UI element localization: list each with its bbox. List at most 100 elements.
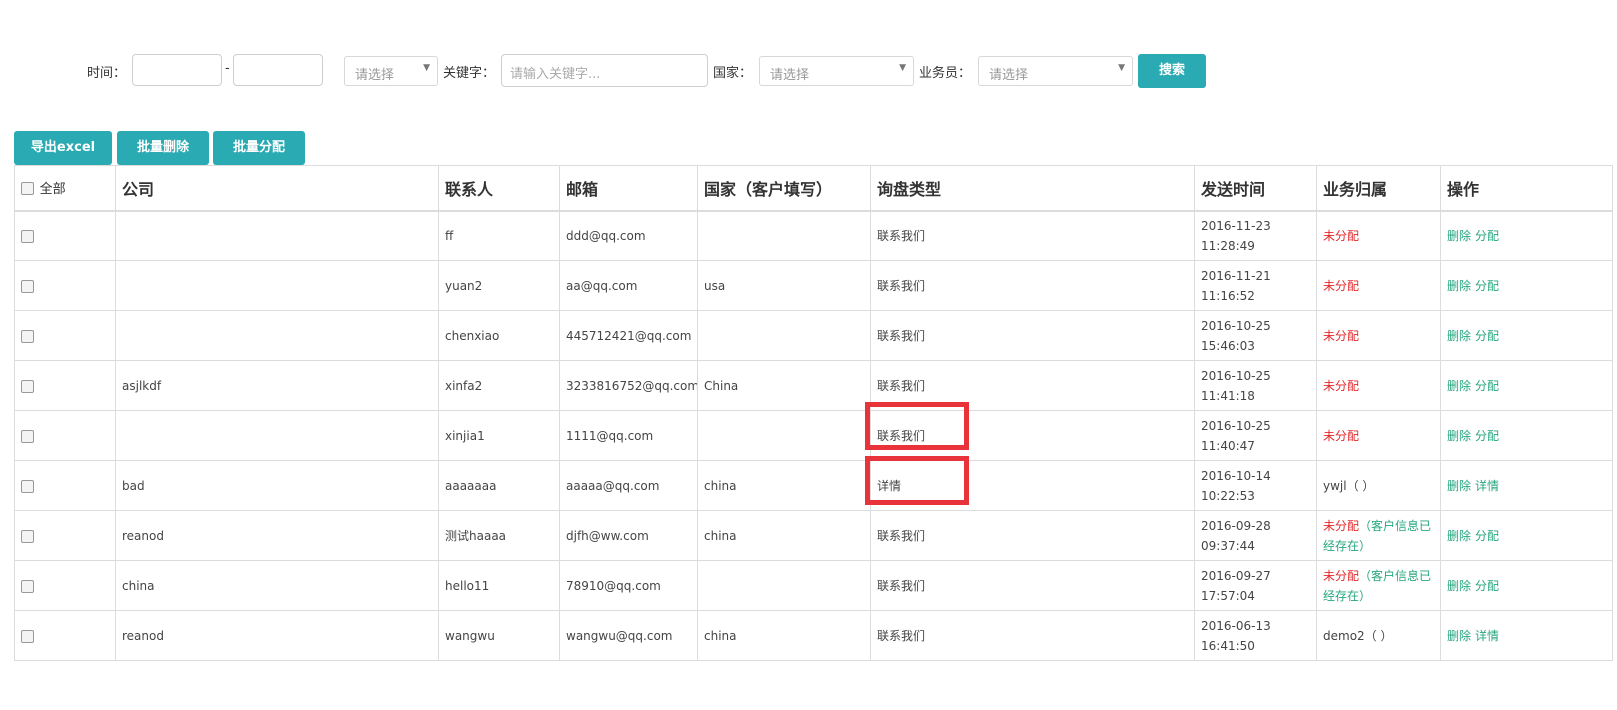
table-row: reanod wangwu wangwu@qq.com china 联系我们 2016-0… — [14, 610, 1613, 661]
ops-cell: 删除 分配 — [1440, 510, 1613, 561]
contact-cell: xinfa2 — [438, 360, 560, 411]
owner-cell: 未分配 — [1316, 360, 1441, 411]
chevron-down-icon: ▼ — [423, 63, 430, 73]
assign-link[interactable]: 分配 — [1475, 579, 1499, 593]
email-cell: ddd@qq.com — [559, 210, 698, 261]
owner-cell: 未分配 — [1316, 210, 1441, 261]
email-cell: aa@qq.com — [559, 260, 698, 311]
column-header-email: 邮箱 — [559, 165, 698, 212]
delete-link[interactable]: 删除 — [1447, 279, 1471, 293]
country-cell: China — [697, 360, 871, 411]
type-cell: 联系我们 — [870, 610, 1195, 661]
batch-assign-button[interactable]: 批量分配 — [213, 131, 305, 165]
search-button[interactable]: 搜索 — [1138, 54, 1206, 88]
ops-cell: 删除 分配 — [1440, 310, 1613, 361]
delete-link[interactable]: 删除 — [1447, 229, 1471, 243]
keyword-input[interactable]: 请输入关键字... — [501, 54, 708, 87]
email-cell: aaaaa@qq.com — [559, 460, 698, 511]
date-from-input[interactable] — [132, 54, 222, 86]
email-cell: 445712421@qq.com — [559, 310, 698, 361]
assign-link[interactable]: 分配 — [1475, 529, 1499, 543]
table-row: xinjia1 1111@qq.com 联系我们 2016-10-25 11:40:47… — [14, 410, 1613, 461]
company-cell — [115, 260, 439, 311]
send-date: 2016-10-25 — [1201, 418, 1271, 433]
assign-link[interactable]: 分配 — [1475, 329, 1499, 343]
company-cell: reanod — [115, 510, 439, 561]
delete-link[interactable]: 删除 — [1447, 529, 1471, 543]
chevron-down-icon: ▼ — [1118, 63, 1125, 73]
row-checkbox[interactable] — [21, 479, 34, 493]
row-checkbox[interactable] — [21, 229, 34, 243]
salesman-select-value: 请选择 — [989, 68, 1029, 83]
email-cell: wangwu@qq.com — [559, 610, 698, 661]
select-all-cell: 全部 — [14, 165, 116, 212]
type-cell: 详情 — [870, 460, 1195, 511]
time-cell: 2016-10-25 11:40:47 — [1194, 410, 1317, 461]
country-cell — [697, 410, 871, 461]
type-select[interactable]: 请选择 ▼ — [344, 56, 438, 86]
send-date: 2016-10-25 — [1201, 368, 1271, 383]
row-checkbox[interactable] — [21, 279, 34, 293]
column-header-country: 国家（客户填写） — [697, 165, 871, 212]
send-clock: 17:57:04 — [1201, 588, 1255, 603]
ops-cell: 删除 详情 — [1440, 610, 1613, 661]
email-cell: 3233816752@qq.com — [559, 360, 698, 411]
row-checkbox[interactable] — [21, 379, 34, 393]
email-cell: djfh@ww.com — [559, 510, 698, 561]
delete-link[interactable]: 删除 — [1447, 429, 1471, 443]
country-cell — [697, 560, 871, 611]
owner-status: 未分配 — [1323, 378, 1360, 393]
table-row: reanod 测试haaaa djfh@ww.com china 联系我们 2016-09… — [14, 510, 1613, 561]
salesman-label: 业务员： — [919, 66, 972, 81]
send-date: 2016-09-28 — [1201, 518, 1271, 533]
ops-cell: 删除 分配 — [1440, 260, 1613, 311]
owner-cell: demo2（ ） — [1316, 610, 1441, 661]
owner-cell: 未分配（客户信息已经存在） — [1316, 560, 1441, 611]
detail-link[interactable]: 详情 — [1475, 479, 1499, 493]
filter-bar: 时间： - 请选择 ▼ 关键字： 请输入关键字... 国家： 请选择 ▼ 业务员… — [0, 54, 1617, 88]
country-select[interactable]: 请选择 ▼ — [759, 56, 914, 86]
owner-status: 未分配 — [1323, 278, 1360, 293]
row-checkbox[interactable] — [21, 579, 34, 593]
assign-link[interactable]: 分配 — [1475, 429, 1499, 443]
delete-link[interactable]: 删除 — [1447, 379, 1471, 393]
assign-link[interactable]: 分配 — [1475, 279, 1499, 293]
delete-link[interactable]: 删除 — [1447, 479, 1471, 493]
row-checkbox[interactable] — [21, 529, 34, 543]
assign-link[interactable]: 分配 — [1475, 379, 1499, 393]
owner-cell: 未分配 — [1316, 310, 1441, 361]
delete-link[interactable]: 删除 — [1447, 329, 1471, 343]
type-cell: 联系我们 — [870, 310, 1195, 361]
send-clock: 10:22:53 — [1201, 488, 1255, 503]
row-checkbox[interactable] — [21, 329, 34, 343]
detail-link[interactable]: 详情 — [1475, 629, 1499, 643]
batch-delete-button[interactable]: 批量删除 — [117, 131, 209, 165]
row-select-cell — [14, 460, 116, 511]
select-all-checkbox[interactable] — [21, 182, 34, 195]
table-row: ff ddd@qq.com 联系我们 2016-11-23 11:28:49 未分配 删除分… — [14, 210, 1613, 261]
export-excel-button[interactable]: 导出excel — [14, 131, 112, 165]
time-cell: 2016-09-27 17:57:04 — [1194, 560, 1317, 611]
salesman-select[interactable]: 请选择 ▼ — [978, 56, 1133, 86]
send-date: 2016-10-14 — [1201, 468, 1271, 483]
delete-link[interactable]: 删除 — [1447, 629, 1471, 643]
send-clock: 16:41:50 — [1201, 638, 1255, 653]
company-cell — [115, 310, 439, 361]
assign-link[interactable]: 分配 — [1475, 229, 1499, 243]
company-cell: asjlkdf — [115, 360, 439, 411]
owner-status: 未分配 — [1323, 228, 1360, 243]
company-cell: bad — [115, 460, 439, 511]
ops-cell: 删除 分配 — [1440, 560, 1613, 611]
date-separator: - — [225, 61, 230, 76]
type-cell: 联系我们 — [870, 510, 1195, 561]
email-cell: 78910@qq.com — [559, 560, 698, 611]
date-to-input[interactable] — [233, 54, 323, 86]
row-checkbox[interactable] — [21, 429, 34, 443]
send-clock: 11:41:18 — [1201, 388, 1255, 403]
row-select-cell — [14, 510, 116, 561]
contact-cell: chenxiao — [438, 310, 560, 361]
column-header-type: 询盘类型 — [870, 165, 1195, 212]
row-checkbox[interactable] — [21, 629, 34, 643]
send-clock: 15:46:03 — [1201, 338, 1255, 353]
delete-link[interactable]: 删除 — [1447, 579, 1471, 593]
